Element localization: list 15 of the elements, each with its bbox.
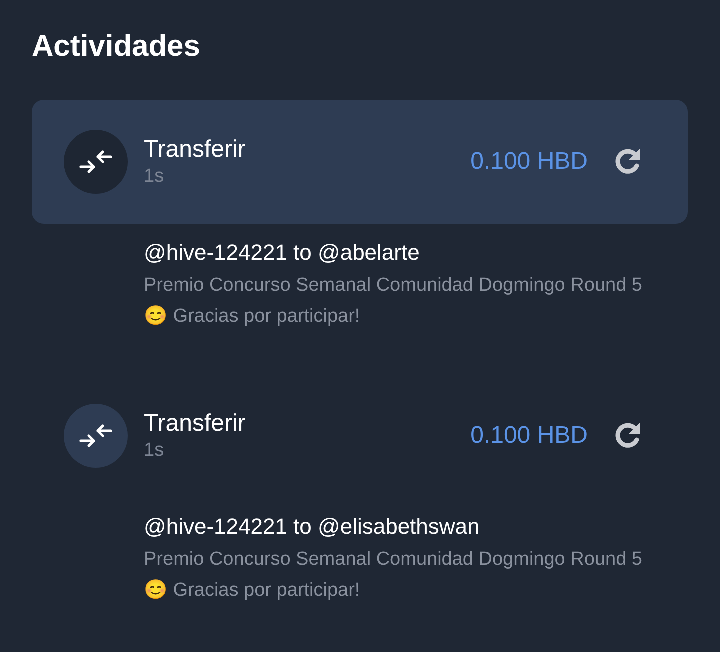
activity-type: Transferir — [144, 409, 247, 440]
swap-arrows-icon — [79, 424, 113, 448]
transfer-parties: @hive-124221 to @abelarte — [144, 239, 421, 267]
activity-time: 1s — [144, 165, 166, 189]
swap-arrows-icon — [79, 150, 113, 174]
transfer-memo: Premio Concurso Semanal Comunidad Dogmingo Round 5 😊 Gracias por participar! — [144, 548, 644, 603]
activity-amount: 0.100 HBD — [470, 147, 588, 177]
activity-amount: 0.100 HBD — [470, 421, 588, 451]
activity-time: 1s — [144, 439, 166, 463]
transfer-memo: Premio Concurso Semanal Comunidad Dogmingo Round 5 😊 Gracias por participar! — [144, 274, 644, 329]
activity-type: Transferir — [144, 135, 247, 166]
transfer-parties: @hive-124221 to @elisabethswan — [144, 513, 481, 541]
activity-row[interactable]: Transferir 1s 0.100 HBD — [32, 374, 688, 498]
section-title: Actividades — [32, 32, 202, 62]
activity-row[interactable]: Transferir 1s 0.100 HBD — [32, 100, 688, 224]
